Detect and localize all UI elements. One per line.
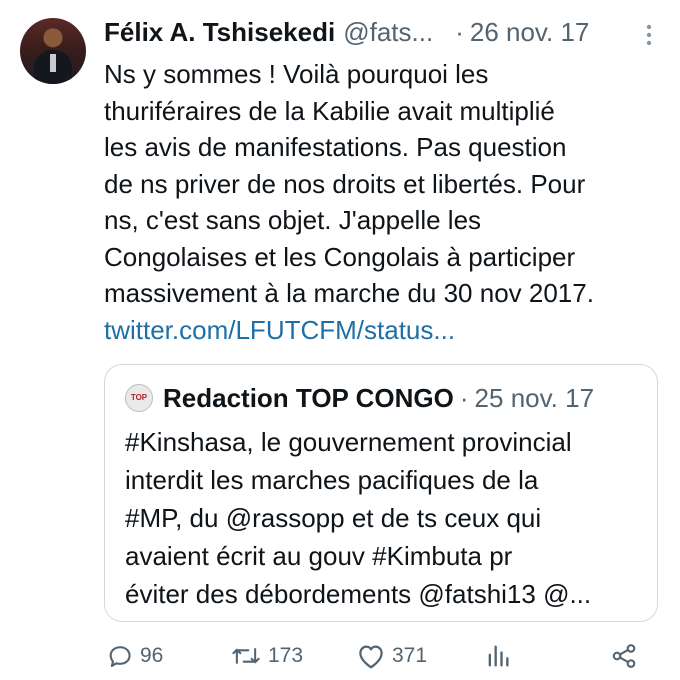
quoted-tweet[interactable]: TOP Redaction TOP CONGO · 25 nov. 17 #Ki… <box>104 364 658 622</box>
author-handle[interactable]: @fats... <box>343 17 433 48</box>
like-button[interactable]: 371 <box>356 642 427 670</box>
tweet-line: ns, c'est sans objet. J'appelle les <box>104 205 482 235</box>
views-button[interactable] <box>484 642 512 670</box>
retweet-icon <box>232 648 260 664</box>
tweet-text: Ns y sommes ! Voilà pourquoi les thurifé… <box>104 56 664 348</box>
avatar-tie <box>50 54 56 72</box>
retweet-count: 173 <box>268 644 304 667</box>
like-count: 371 <box>392 644 428 667</box>
share-button[interactable] <box>610 642 638 670</box>
tweet-link[interactable]: twitter.com/LFUTCFM/status... <box>104 312 664 349</box>
quote-line: #Kinshasa, le gouvernement provincial <box>125 427 572 457</box>
quote-separator: · <box>459 382 469 413</box>
quote-line: interdit les marches pacifiques de la <box>125 465 539 495</box>
reply-count: 96 <box>140 644 164 667</box>
tweet-header: Félix A. Tshisekedi @fats... · 26 nov. 1… <box>104 14 656 50</box>
heart-icon <box>359 645 383 669</box>
tweet-line: massivement à la marche du 30 nov 2017. <box>104 278 594 308</box>
tweet-line: de ns priver de nos droits et libertés. … <box>104 168 586 199</box>
tweet-line: Congolaises et les Congolais à participe… <box>104 241 576 272</box>
quote-author-name[interactable]: Redaction TOP CONGO <box>163 383 454 414</box>
quote-line: #MP, du @rassopp et de ts ceux qui <box>125 503 542 533</box>
quote-header: TOP Redaction TOP CONGO · 25 nov. 17 <box>125 379 647 417</box>
analytics-icon <box>488 645 509 667</box>
author-avatar[interactable] <box>20 18 86 84</box>
tweet-line: Ns y sommes ! Voilà pourquoi les <box>104 59 489 89</box>
author-name[interactable]: Félix A. Tshisekedi <box>104 17 335 48</box>
quote-avatar[interactable]: TOP <box>125 384 153 412</box>
quote-date[interactable]: 25 nov. 17 <box>475 383 595 414</box>
quote-line: éviter des débordements @fatshi13 @... <box>125 579 592 609</box>
action-bar: 96 173 371 <box>104 642 644 676</box>
quote-line: avaient écrit au gouv #Kimbuta pr <box>125 541 513 571</box>
tweet-date[interactable]: 26 nov. 17 <box>470 17 590 48</box>
share-icon <box>612 644 636 668</box>
more-vertical-icon[interactable] <box>644 22 654 55</box>
tweet-line: thuriféraires de la Kabilie avait multip… <box>104 95 555 126</box>
header-separator: · <box>455 16 464 47</box>
quote-text: #Kinshasa, le gouvernement provincial in… <box>125 423 645 613</box>
reply-icon <box>109 646 131 667</box>
tweet-line: les avis de manifestations. Pas question <box>104 132 567 162</box>
retweet-button[interactable]: 173 <box>230 642 303 670</box>
reply-button[interactable]: 96 <box>106 642 163 670</box>
